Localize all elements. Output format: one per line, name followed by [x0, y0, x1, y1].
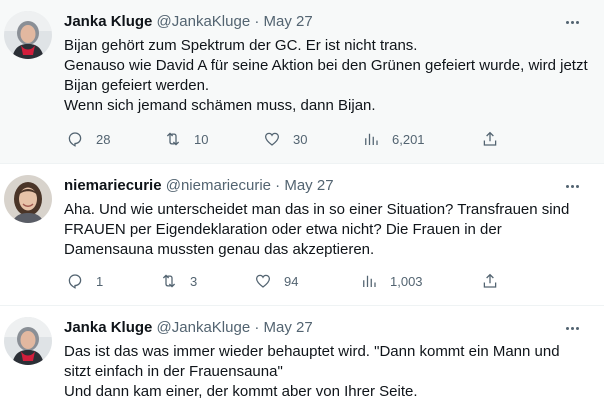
reply-button[interactable]: 1 [66, 272, 103, 290]
retweet-button[interactable]: 10 [164, 130, 208, 148]
tweet-text: Bijan gehört zum Spektrum der GC. Er ist… [64, 36, 594, 116]
like-icon [264, 132, 280, 146]
handle[interactable]: @JankaKluge [157, 13, 251, 30]
tweet-date[interactable]: May 27 [284, 177, 333, 194]
retweet-icon [166, 132, 180, 146]
tweet-line: Das ist das was immer wieder behauptet w… [64, 343, 560, 380]
like-count: 30 [293, 131, 308, 147]
avatar-janka-kluge[interactable] [4, 11, 52, 59]
tweet-line: Aha. Und wie unterscheidet man das in so… [64, 201, 570, 258]
retweet-icon [162, 274, 176, 288]
views-button[interactable]: 6,201 [362, 130, 425, 148]
tweet-line: Bijan gehört zum Spektrum der GC. Er ist… [64, 37, 418, 54]
more-icon[interactable] [562, 319, 582, 337]
display-name[interactable]: Janka Kluge [64, 13, 152, 30]
separator-dot: · [254, 319, 260, 336]
retweet-count: 3 [190, 273, 198, 289]
tweet-date[interactable]: May 27 [264, 13, 313, 30]
separator-dot: · [275, 177, 281, 194]
like-button[interactable]: 30 [263, 130, 307, 148]
share-icon [483, 131, 497, 146]
separator-dot: · [254, 13, 260, 30]
reply-button[interactable]: 28 [66, 130, 110, 148]
tweet-1[interactable]: Janka Kluge @JankaKluge · May 27 Bijan g… [0, 0, 604, 164]
reply-icon [68, 274, 82, 289]
tweet-2[interactable]: niemariecurie @niemariecurie · May 27 Ah… [0, 164, 604, 306]
views-icon [363, 275, 376, 287]
tweet-text: Aha. Und wie unterscheidet man das in so… [64, 200, 579, 260]
handle[interactable]: @JankaKluge [157, 319, 251, 336]
share-button[interactable] [481, 272, 499, 290]
share-icon [483, 273, 497, 288]
tweet-3[interactable]: Janka Kluge @JankaKluge · May 27 Das ist… [0, 306, 604, 416]
retweet-button[interactable]: 3 [160, 272, 197, 290]
tweet-header: Janka Kluge @JankaKluge · May 27 [64, 319, 588, 337]
tweet-date[interactable]: May 27 [264, 319, 313, 336]
more-icon[interactable] [562, 177, 582, 195]
avatar-janka-kluge[interactable] [4, 317, 52, 365]
reply-icon [68, 132, 82, 147]
reply-count: 1 [96, 273, 104, 289]
views-count: 1,003 [390, 273, 423, 289]
views-count: 6,201 [392, 131, 425, 147]
retweet-count: 10 [194, 131, 209, 147]
tweet-text: Das ist das was immer wieder behauptet w… [64, 342, 574, 402]
views-icon [365, 133, 378, 145]
reply-count: 28 [96, 131, 111, 147]
tweet-line: Genauso wie David A für seine Aktion bei… [64, 57, 588, 94]
handle[interactable]: @niemariecurie [166, 177, 271, 194]
tweet-header: niemariecurie @niemariecurie · May 27 [64, 177, 588, 195]
like-count: 94 [284, 273, 299, 289]
like-button[interactable]: 94 [254, 272, 298, 290]
views-button[interactable]: 1,003 [360, 272, 423, 290]
tweet-line: Und dann kam einer, der kommt aber von I… [64, 383, 418, 400]
more-icon[interactable] [562, 13, 582, 31]
display-name[interactable]: Janka Kluge [64, 319, 152, 336]
share-button[interactable] [481, 130, 499, 148]
tweet-header: Janka Kluge @JankaKluge · May 27 [64, 13, 588, 31]
avatar-niemariecurie[interactable] [4, 175, 52, 223]
display-name[interactable]: niemariecurie [64, 177, 162, 194]
like-icon [255, 274, 271, 288]
tweet-line: Wenn sich jemand schämen muss, dann Bija… [64, 97, 376, 114]
